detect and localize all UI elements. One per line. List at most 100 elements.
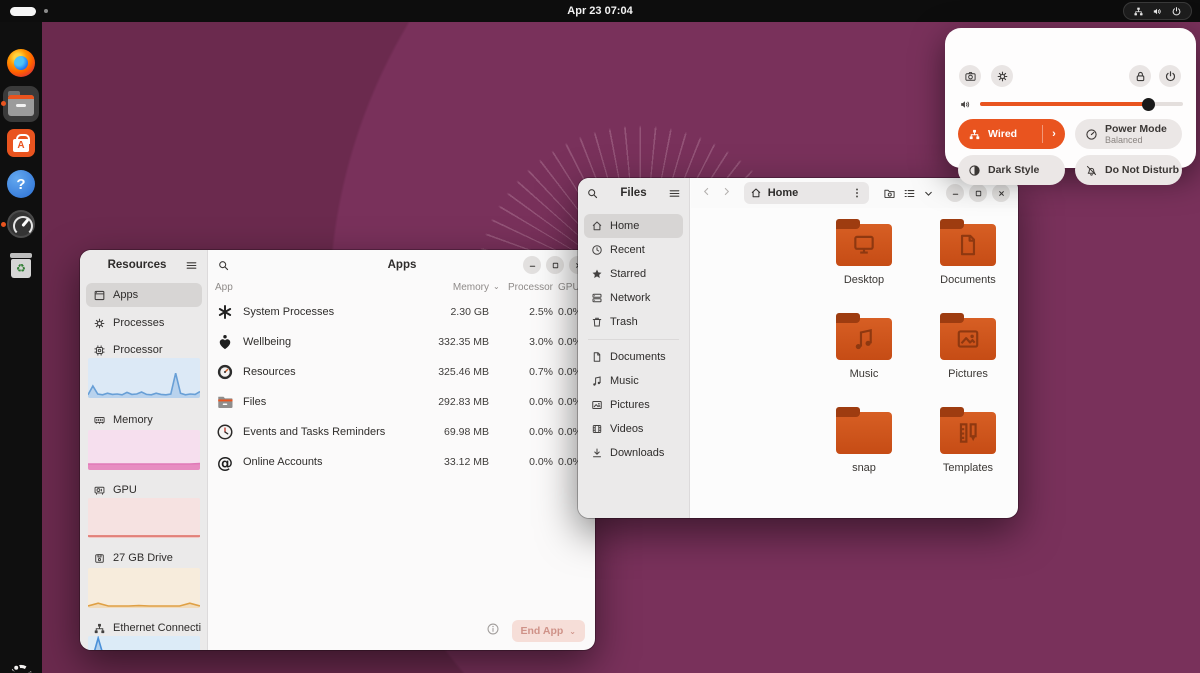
chevron-right-icon[interactable]: ›	[1043, 128, 1065, 140]
document-icon	[591, 351, 603, 363]
folder-visit-icon[interactable]	[883, 187, 896, 200]
minimize-button[interactable]	[523, 256, 541, 274]
trash-icon: ♻	[9, 253, 33, 279]
dock-item-help[interactable]: ?	[6, 169, 36, 199]
home-icon	[591, 220, 603, 232]
clock[interactable]: Apr 23 07:04	[0, 5, 1200, 17]
app-center-icon: A	[7, 129, 35, 157]
folder-music[interactable]: Music	[816, 312, 912, 398]
sidebar-item-drive[interactable]: 27 GB Drive	[86, 546, 202, 570]
cpu-chip-icon	[93, 344, 106, 357]
table-row[interactable]: Files 292.83 MB 0.0% 0.0%	[209, 387, 595, 417]
folder-templates[interactable]: Templates	[920, 406, 1016, 492]
volume-slider[interactable]	[980, 102, 1183, 106]
list-view-icon[interactable]	[903, 187, 916, 200]
dock-item-resources[interactable]	[6, 209, 36, 239]
table-row[interactable]: Wellbeing 332.35 MB 3.0% 0.0%	[209, 327, 595, 357]
folder-desktop[interactable]: Desktop	[816, 218, 912, 304]
system-tray[interactable]	[1123, 2, 1192, 20]
maximize-button[interactable]	[546, 256, 564, 274]
drive-icon	[93, 552, 106, 565]
sidebar-item-apps[interactable]: Apps	[86, 283, 202, 307]
sidebar-item-memory[interactable]: Memory	[86, 408, 202, 432]
view-options-chevron-icon[interactable]	[923, 188, 934, 199]
sidebar-item-videos[interactable]: Videos	[584, 417, 683, 441]
files-main-pane: Home Desktop Documents Downloads	[691, 178, 1018, 518]
show-apps-button[interactable]	[7, 662, 35, 673]
location-bar[interactable]: Home	[744, 182, 869, 204]
kebab-menu-icon[interactable]	[851, 187, 863, 199]
bell-off-icon	[1085, 164, 1098, 177]
ethernet-icon	[93, 622, 106, 635]
help-icon: ?	[7, 170, 35, 198]
lock-button[interactable]	[1129, 65, 1151, 87]
back-button[interactable]	[699, 184, 714, 202]
wired-toggle[interactable]: Wired ›	[958, 119, 1065, 149]
resources-window-title: Resources	[89, 259, 185, 271]
folder-icon	[940, 224, 996, 266]
sidebar-item-pictures[interactable]: Pictures	[584, 393, 683, 417]
folder-icon	[836, 224, 892, 266]
table-row[interactable]: @ Online Accounts 33.12 MB 0.0% 0.0%	[209, 447, 595, 477]
dock-item-app-center[interactable]: A	[6, 128, 36, 158]
column-gpu[interactable]: GPU	[558, 282, 580, 293]
search-icon[interactable]	[586, 187, 599, 200]
at-sign-icon: @	[217, 453, 233, 472]
info-icon[interactable]	[486, 622, 500, 641]
menu-icon[interactable]	[668, 187, 681, 200]
sidebar-item-home[interactable]: Home	[584, 214, 683, 238]
files-sidebar-header[interactable]: Files	[578, 178, 689, 208]
image-icon	[955, 326, 981, 352]
table-row[interactable]: Events and Tasks Reminders 69.98 MB 0.0%…	[209, 417, 595, 447]
folder-icon	[836, 412, 892, 454]
folder-icon	[940, 412, 996, 454]
wellbeing-heart-icon	[216, 333, 234, 351]
sidebar-item-starred[interactable]: Starred	[584, 262, 683, 286]
sidebar-item-music[interactable]: Music	[584, 369, 683, 393]
forward-button[interactable]	[718, 184, 733, 202]
volume-row	[959, 97, 1183, 111]
dock: A ? ♻	[0, 22, 42, 673]
star-icon	[591, 268, 603, 280]
sidebar-item-trash[interactable]: Trash	[584, 310, 683, 334]
settings-gear-icon	[996, 70, 1009, 83]
folder-documents[interactable]: Documents	[920, 218, 1016, 304]
processes-gear-icon	[93, 317, 106, 330]
screenshot-button[interactable]	[959, 65, 981, 87]
table-row[interactable]: Resources 325.46 MB 0.7% 0.0%	[209, 357, 595, 387]
clock-icon	[216, 423, 234, 441]
do-not-disturb-toggle[interactable]: Do Not Disturb	[1075, 155, 1182, 185]
power-mode-toggle[interactable]: Power Mode Balanced	[1075, 119, 1182, 149]
dock-item-firefox[interactable]	[6, 48, 36, 78]
sidebar-item-network[interactable]: Network	[584, 286, 683, 310]
folder-pictures[interactable]: Pictures	[920, 312, 1016, 398]
settings-button[interactable]	[991, 65, 1013, 87]
close-button[interactable]	[992, 184, 1010, 202]
menu-icon[interactable]	[185, 259, 198, 272]
folder-grid: Desktop Documents Downloads Music Pictur…	[816, 218, 1018, 492]
sidebar-item-downloads[interactable]: Downloads	[584, 441, 683, 465]
image-icon	[591, 399, 603, 411]
dock-item-files[interactable]	[3, 86, 39, 122]
end-app-button[interactable]: End App⌄	[512, 620, 585, 642]
resources-sidebar-header[interactable]: Resources	[80, 250, 207, 280]
dock-item-trash[interactable]: ♻	[6, 250, 36, 280]
maximize-button[interactable]	[969, 184, 987, 202]
column-processor[interactable]: Processor	[491, 282, 553, 293]
dark-style-toggle[interactable]: Dark Style	[958, 155, 1065, 185]
templates-icon	[955, 420, 981, 446]
files-window: Files Home Recent Starred Network Trash …	[578, 178, 1018, 518]
table-row[interactable]: System Processes 2.30 GB 2.5% 0.0%	[209, 297, 595, 327]
column-memory[interactable]: Memory	[409, 282, 489, 293]
power-button[interactable]	[1159, 65, 1181, 87]
sidebar-item-processes[interactable]: Processes	[86, 311, 202, 335]
sidebar-item-documents[interactable]: Documents	[584, 345, 683, 369]
folder-snap[interactable]: snap	[816, 406, 912, 492]
minimize-button[interactable]	[946, 184, 964, 202]
files-folder-icon	[216, 393, 234, 411]
resources-header[interactable]: Apps	[209, 250, 595, 280]
sidebar-item-recent[interactable]: Recent	[584, 238, 683, 262]
column-app[interactable]: App	[215, 282, 233, 293]
server-icon	[591, 292, 603, 304]
volume-knob[interactable]	[1142, 98, 1155, 111]
